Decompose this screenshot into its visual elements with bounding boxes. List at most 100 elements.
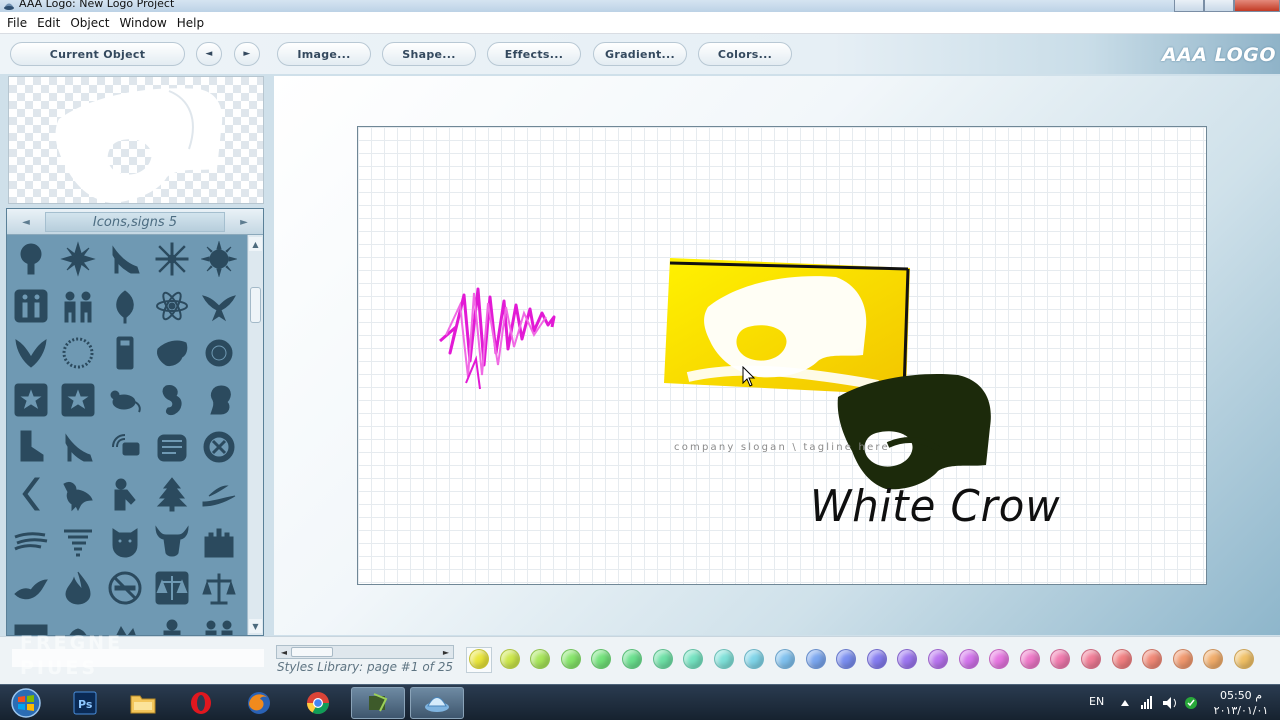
library-icon-circle-emblem-icon[interactable] (199, 427, 239, 467)
library-icon-sitting-person-icon[interactable] (105, 474, 145, 514)
previous-object-button[interactable]: ◄ (196, 42, 222, 66)
slogan-text[interactable]: company slogan \ tagline here (674, 442, 890, 453)
style-swatch[interactable] (1234, 649, 1254, 669)
library-icon-people-icon[interactable] (58, 286, 98, 326)
styles-scroll-right[interactable]: ► (440, 646, 452, 658)
styles-scroll-thumb[interactable] (291, 647, 333, 657)
library-category[interactable]: Icons,signs 5 (45, 212, 225, 232)
library-icon-atom-icon[interactable] (152, 286, 192, 326)
close-button[interactable] (1234, 0, 1280, 12)
style-swatch[interactable] (591, 649, 612, 669)
minimize-button[interactable] (1174, 0, 1204, 12)
style-swatch[interactable] (928, 649, 948, 669)
current-object-button[interactable]: Current Object (10, 42, 185, 66)
library-icon-star-badge-icon[interactable] (58, 380, 98, 420)
library-icon-hand-icon[interactable] (152, 427, 192, 467)
style-swatch[interactable] (622, 649, 642, 669)
style-swatch[interactable] (958, 649, 979, 669)
library-icon-high-heel-icon[interactable] (58, 427, 98, 467)
style-swatch[interactable] (1050, 649, 1071, 669)
start-button[interactable] (6, 687, 46, 719)
logo-canvas[interactable]: company slogan \ tagline here White Crow (357, 126, 1207, 585)
style-swatch[interactable] (683, 649, 704, 669)
taskbar-aaa-logo[interactable] (410, 687, 464, 719)
library-icon-running-bird-icon[interactable] (58, 474, 98, 514)
library-icon-leaf-icon[interactable] (105, 286, 145, 326)
taskbar-photoshop[interactable]: Ps (58, 687, 112, 719)
taskbar-opera[interactable] (174, 687, 228, 719)
effects-button[interactable]: Effects... (487, 42, 581, 66)
yellow-emblem-shape[interactable] (664, 258, 910, 395)
style-swatch[interactable] (1111, 649, 1132, 669)
style-swatch[interactable] (1081, 649, 1101, 669)
library-icon-castle-icon[interactable] (199, 521, 239, 561)
style-swatch[interactable] (744, 649, 765, 669)
styles-scrollbar[interactable]: ◄ ► (276, 645, 454, 659)
library-icon-high-heel-icon[interactable] (105, 239, 145, 279)
library-icon-flower-icon[interactable] (58, 239, 98, 279)
scroll-up-arrow[interactable]: ▲ (249, 237, 262, 251)
library-icon-seahorse-icon[interactable] (152, 380, 192, 420)
library-icon-christmas-tree-icon[interactable] (152, 474, 192, 514)
shape-button[interactable]: Shape... (382, 42, 476, 66)
colors-button[interactable]: Colors... (698, 42, 792, 66)
library-icon-tornado-icon[interactable] (58, 521, 98, 561)
library-icon-eagle-icon[interactable] (199, 286, 239, 326)
styles-scroll-left[interactable]: ◄ (278, 646, 290, 658)
library-icon-thundercats-icon[interactable] (152, 333, 192, 373)
library-icon-wreath-icon[interactable] (58, 333, 98, 373)
gradient-button[interactable]: Gradient... (593, 42, 687, 66)
style-swatch[interactable] (775, 649, 795, 669)
next-object-button[interactable]: ► (234, 42, 260, 66)
library-scrollbar[interactable]: ▲ ▼ (247, 235, 263, 635)
scroll-down-arrow[interactable]: ▼ (249, 619, 262, 633)
library-icon-scales-badge-icon[interactable] (152, 568, 192, 608)
library-icon-people-icon[interactable] (199, 615, 239, 635)
language-indicator[interactable]: EN (1089, 695, 1104, 708)
style-swatch[interactable] (1172, 649, 1193, 669)
library-icon-crest-icon[interactable] (11, 333, 51, 373)
clock[interactable]: 05:50 م ٢٠١٣/٠١/٠١ (1208, 688, 1274, 718)
library-icon-sun-icon[interactable] (199, 239, 239, 279)
taskbar-explorer[interactable] (116, 687, 170, 719)
style-swatch[interactable] (866, 649, 887, 669)
library-icon-bird-icon[interactable] (11, 568, 51, 608)
style-swatch[interactable] (560, 649, 581, 669)
library-icon-mouse-icon[interactable] (105, 380, 145, 420)
style-swatch[interactable] (1142, 649, 1163, 669)
scroll-thumb[interactable] (250, 287, 261, 323)
taskbar-chrome[interactable] (291, 687, 345, 719)
image-button[interactable]: Image... (277, 42, 371, 66)
menu-file[interactable]: File (2, 16, 32, 30)
library-icon-tree-icon[interactable] (11, 239, 51, 279)
library-icon-fire-icon[interactable] (58, 568, 98, 608)
library-icon-family-icon[interactable] (11, 286, 51, 326)
maximize-button[interactable] (1204, 0, 1234, 12)
style-swatch[interactable] (836, 649, 857, 669)
style-swatch[interactable] (989, 649, 1010, 669)
menu-help[interactable]: Help (172, 16, 209, 30)
library-icon-gear-circle-icon[interactable] (199, 333, 239, 373)
library-icon-star-badge-icon[interactable] (11, 380, 51, 420)
system-tray-icons[interactable] (1113, 694, 1203, 712)
style-swatch[interactable] (469, 649, 489, 669)
library-icon-speed-lines-icon[interactable] (11, 521, 51, 561)
style-swatch[interactable] (1019, 649, 1040, 669)
library-icon-bull-face-icon[interactable] (152, 521, 192, 561)
style-swatch[interactable] (652, 649, 673, 669)
library-next-button[interactable]: ► (227, 212, 261, 232)
library-icon-tiger-face-icon[interactable] (105, 521, 145, 561)
library-icon-person-icon[interactable] (152, 615, 192, 635)
magenta-scribble-shape[interactable] (439, 287, 556, 390)
style-swatch[interactable] (805, 649, 826, 669)
library-icon-phone-icon[interactable] (105, 333, 145, 373)
library-icon-boot-icon[interactable] (11, 427, 51, 467)
style-swatch[interactable] (713, 649, 734, 669)
library-prev-button[interactable]: ◄ (9, 212, 43, 232)
library-icon-chevron-icon[interactable] (11, 474, 51, 514)
style-swatch[interactable] (1203, 649, 1224, 669)
library-icon-swoosh-icon[interactable] (199, 474, 239, 514)
menu-edit[interactable]: Edit (32, 16, 65, 30)
menu-object[interactable]: Object (65, 16, 114, 30)
company-name-text[interactable]: White Crow (810, 481, 1060, 532)
